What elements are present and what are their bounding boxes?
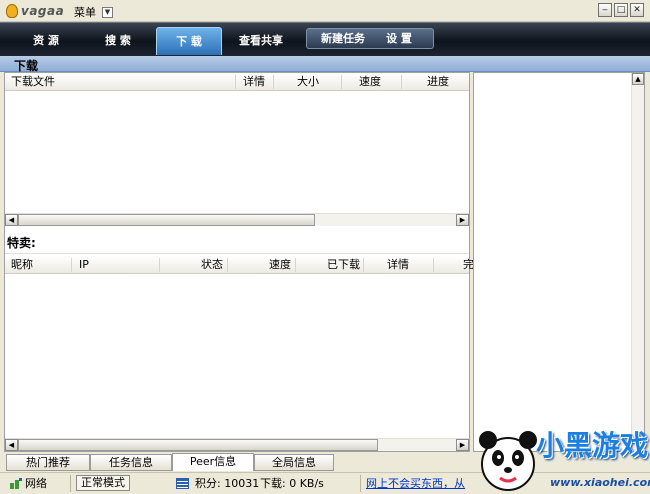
window-controls: ‒ □ ✕ [598, 3, 644, 17]
column-divider[interactable] [433, 258, 434, 272]
column-divider[interactable] [401, 75, 402, 89]
title-bar: vagaa 菜单 ▼ ‒ □ ✕ [0, 0, 650, 22]
col-details[interactable]: 详情 [243, 73, 265, 91]
col-ip[interactable]: IP [79, 256, 89, 274]
tab-download[interactable]: 下 载 [156, 27, 222, 55]
col-download-file[interactable]: 下载文件 [11, 73, 55, 91]
chevron-down-icon: ▼ [102, 6, 113, 18]
panda-mascot-icon [479, 431, 537, 491]
scroll-up-icon[interactable]: ▲ [632, 73, 644, 85]
scroll-left-icon[interactable]: ◀ [5, 214, 18, 226]
main-menu-button[interactable]: 菜单 ▼ [74, 4, 113, 20]
col-status[interactable]: 状态 [201, 256, 223, 274]
nav-action-group: 新建任务 设 置 [306, 28, 434, 49]
side-panel: ▲ [473, 72, 645, 452]
close-button[interactable]: ✕ [630, 3, 644, 17]
tab-task-info[interactable]: 任务信息 [90, 454, 172, 471]
tab-hot-recommend[interactable]: 热门推荐 [6, 454, 90, 471]
scrollbar-thumb[interactable] [18, 214, 315, 226]
col-size[interactable]: 大小 [297, 73, 319, 91]
site-watermark: 小黑游戏 www.xiaohei.com [470, 418, 650, 494]
watermark-url: www.xiaohei.com [550, 476, 650, 489]
side-vscrollbar[interactable]: ▲ [631, 73, 644, 451]
col-nickname[interactable]: 昵称 [11, 256, 33, 274]
col-peer-details[interactable]: 详情 [387, 256, 409, 274]
section-header: 下载 [0, 56, 650, 73]
vagaa-logo-icon [6, 4, 18, 18]
mode-selector[interactable]: 正常模式 [76, 475, 130, 491]
divider [5, 253, 469, 254]
info-tabs: 热门推荐 任务信息 Peer信息 全局信息 [4, 453, 470, 471]
download-speed: 下载: 0 KB/s [260, 477, 324, 490]
column-divider[interactable] [295, 258, 296, 272]
col-speed[interactable]: 速度 [359, 73, 381, 91]
column-divider[interactable] [273, 75, 274, 89]
main-nav: 资 源 搜 索 下 载 查看共享 新建任务 设 置 [0, 22, 650, 56]
download-panel: 下载文件 详情 大小 速度 进度 ◀ ▶ 特卖: 昵称 IP 状态 速度 已下载… [4, 72, 474, 452]
col-downloaded[interactable]: 已下载 [327, 256, 360, 274]
tab-global-info[interactable]: 全局信息 [254, 454, 334, 471]
col-peer-speed[interactable]: 速度 [269, 256, 291, 274]
column-divider[interactable] [235, 75, 236, 89]
score-icon [176, 478, 189, 489]
download-hscrollbar[interactable]: ◀ ▶ [5, 213, 469, 226]
score-text: 积分: 10031 [195, 477, 260, 490]
network-status[interactable]: 网络 [25, 476, 47, 492]
tab-view-shares[interactable]: 查看共享 [228, 27, 294, 55]
minimize-button[interactable]: ‒ [598, 3, 612, 17]
special-offer-label: 特卖: [7, 236, 36, 250]
settings-button[interactable]: 设 置 [373, 29, 425, 48]
watermark-brand: 小黑游戏 [536, 429, 649, 462]
divider [360, 475, 361, 492]
new-task-button[interactable]: 新建任务 [313, 29, 373, 48]
tab-search[interactable]: 搜 索 [86, 27, 150, 55]
maximize-button[interactable]: □ [614, 3, 628, 17]
column-divider[interactable] [227, 258, 228, 272]
download-table-header: 下载文件 详情 大小 速度 进度 [5, 73, 469, 91]
network-icon [10, 478, 22, 489]
scroll-right-icon[interactable]: ▶ [456, 439, 469, 451]
scroll-left-icon[interactable]: ◀ [5, 439, 18, 451]
app-logo-text: vagaa [21, 4, 65, 18]
app-logo[interactable]: vagaa [6, 3, 64, 19]
col-progress[interactable]: 进度 [427, 73, 449, 91]
main-menu-label: 菜单 [74, 6, 96, 19]
column-divider[interactable] [159, 258, 160, 272]
column-divider[interactable] [71, 258, 72, 272]
tab-peer-info[interactable]: Peer信息 [172, 453, 254, 471]
peer-hscrollbar[interactable]: ◀ ▶ [5, 438, 469, 451]
scrollbar-thumb[interactable] [18, 439, 378, 451]
tab-resources[interactable]: 资 源 [14, 27, 78, 55]
column-divider[interactable] [363, 258, 364, 272]
peer-list[interactable] [5, 274, 469, 437]
ad-link[interactable]: 网上不会买东西，从 [366, 476, 465, 492]
scroll-right-icon[interactable]: ▶ [456, 214, 469, 226]
divider [70, 475, 71, 492]
peer-table-header: 昵称 IP 状态 速度 已下载 详情 完 [5, 256, 474, 274]
download-list[interactable] [5, 91, 469, 213]
column-divider[interactable] [341, 75, 342, 89]
